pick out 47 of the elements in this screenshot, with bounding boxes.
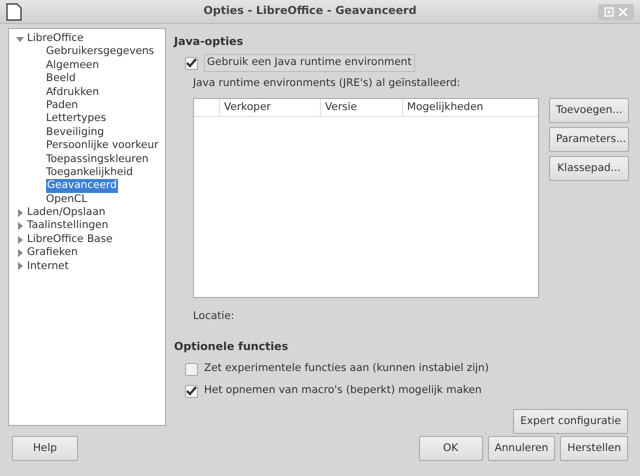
tree-item[interactable]: Lettertypes	[46, 112, 106, 126]
collapsed-arrow-icon[interactable]	[16, 262, 24, 270]
tree-item[interactable]: Grafieken	[27, 246, 78, 260]
tree-item[interactable]: Internet	[27, 260, 69, 274]
section-heading: Optionele functies	[174, 338, 290, 355]
dialog-button[interactable]: OK	[418, 436, 483, 461]
checkbox[interactable]	[185, 56, 198, 70]
window-title: Opties - LibreOffice - Geavanceerd	[202, 3, 418, 20]
tree-item[interactable]: LibreOffice Base	[27, 232, 113, 246]
checkbox-label[interactable]: Zet experimentele functies aan (kunnen instabiel zijn)	[204, 361, 489, 377]
tree-item[interactable]: Laden/Opslaan	[27, 206, 106, 220]
tree-item[interactable]: Toepassingskleuren	[46, 152, 149, 166]
help-button[interactable]: Help	[12, 436, 78, 461]
collapsed-arrow-icon[interactable]	[16, 222, 24, 230]
collapsed-arrow-icon[interactable]	[16, 248, 24, 257]
document-icon	[6, 2, 22, 20]
expert-button[interactable]: Expert configuratie	[513, 409, 628, 434]
field-label: Java runtime environments (JRE's) al geïnstalleerd:	[193, 76, 462, 92]
side-button[interactable]: Klassepad...	[549, 156, 629, 181]
collapsed-arrow-icon[interactable]	[16, 208, 24, 217]
column-header[interactable]: Versie	[320, 98, 402, 116]
dialog-button[interactable]: Annuleren	[488, 436, 556, 461]
tree-item[interactable]: Beeld	[46, 72, 76, 86]
side-button[interactable]: Parameters...	[549, 126, 629, 152]
tree-item[interactable]: LibreOffice	[27, 32, 84, 46]
checkbox-label[interactable]: Het opnemen van macro's (beperkt) mogelijk maken	[204, 383, 482, 399]
tree-item[interactable]: Afdrukken	[46, 86, 100, 99]
checkbox-label[interactable]: Gebruik een Java runtime environment	[204, 54, 415, 72]
tree-item[interactable]: Paden	[46, 98, 78, 112]
tree-item[interactable]: Gebruikersgegevens	[46, 45, 154, 59]
tree-item[interactable]: Beveiliging	[46, 126, 104, 140]
tree-item[interactable]: Persoonlijke voorkeur	[46, 139, 158, 153]
checkbox[interactable]	[185, 362, 198, 376]
tree-item[interactable]: Taalinstellingen	[27, 219, 108, 233]
tree-item[interactable]: Algemeen	[46, 58, 100, 72]
dialog-button[interactable]: Herstellen	[560, 436, 628, 461]
location-label: Locatie:	[193, 308, 236, 324]
column-header[interactable]: Verkoper	[219, 98, 320, 116]
tree-item[interactable]: Toegankelijkheid	[46, 166, 133, 180]
tree-item[interactable]: OpenCL	[46, 192, 88, 206]
column-header[interactable]: Mogelijkheden	[402, 98, 538, 116]
checkbox[interactable]	[185, 384, 198, 398]
expanded-arrow-icon[interactable]	[16, 34, 24, 43]
collapsed-arrow-icon[interactable]	[16, 236, 24, 244]
side-button[interactable]: Toevoegen...	[549, 98, 629, 123]
tree-item[interactable]: Geavanceerd	[46, 179, 118, 193]
section-heading: Java-opties	[174, 34, 244, 50]
